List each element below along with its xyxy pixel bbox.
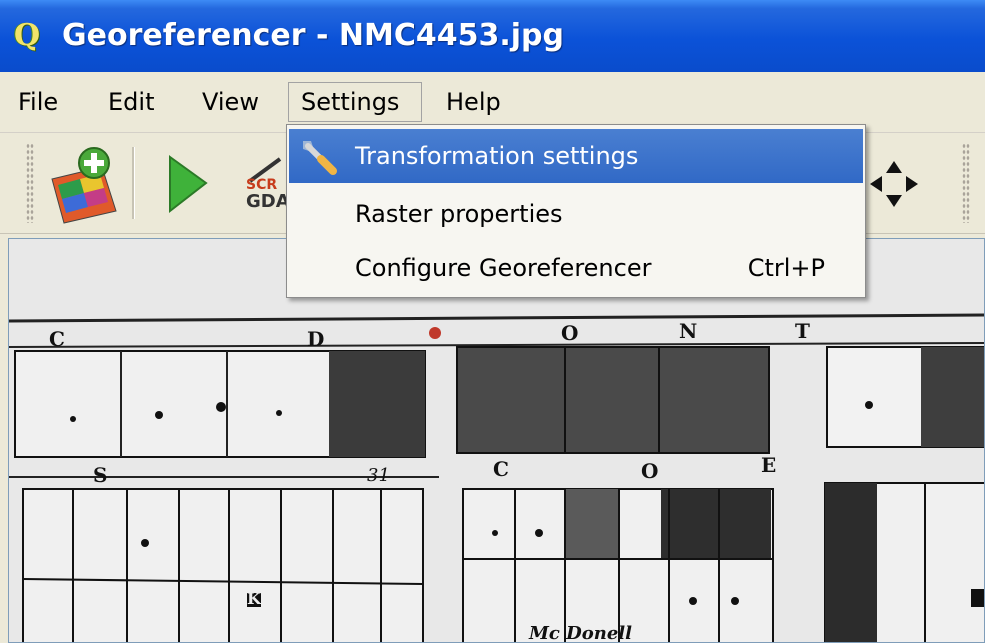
toolbar-grip-right[interactable] [962,143,970,223]
add-raster-button[interactable] [44,141,124,225]
window-title: Georeferencer - NMC4453.jpg [62,18,564,53]
menu-item-raster-properties[interactable]: Raster properties [289,187,863,241]
settings-dropdown: Transformation settings Raster propertie… [286,124,866,298]
map-label-o: O [561,321,579,345]
map-label-o2: O [641,459,659,483]
pan-arrows-icon [870,161,918,207]
map-handwriting-name: Mc Donell [529,623,632,643]
map-label-e: E [761,453,777,477]
menu-item-configure-georeferencer[interactable]: Configure Georeferencer Ctrl+P [289,241,863,295]
start-georeferencing-button[interactable] [150,141,230,225]
add-raster-icon [51,147,117,224]
menu-view[interactable]: View [202,82,259,122]
map-label-c: C [49,327,65,351]
menu-file[interactable]: File [18,82,58,122]
qgis-logo-icon[interactable]: Q [14,18,46,54]
pan-button[interactable] [862,141,926,225]
scanned-map-image [9,239,984,642]
menu-edit[interactable]: Edit [108,82,154,122]
menu-settings[interactable]: Settings [288,82,422,122]
start-georeferencing-icon [169,155,208,214]
map-label-d: D [307,327,325,351]
map-canvas[interactable]: C D O N T S C O E K 31 Mc Donell [8,238,985,643]
map-label-k: K [247,589,261,608]
title-bar: Q Georeferencer - NMC4453.jpg [0,0,985,72]
raster-properties-label: Raster properties [355,200,563,228]
toolbar-grip[interactable] [26,143,34,223]
configure-shortcut: Ctrl+P [747,254,825,282]
menu-help[interactable]: Help [446,82,501,122]
wrench-icon [303,141,337,175]
map-label-s: S [93,463,108,487]
toolbar-separator [132,147,135,219]
transformation-settings-label: Transformation settings [355,142,639,170]
gdal-script-button[interactable]: SCR GDA [236,141,290,225]
map-handwriting-31: 31 [367,465,390,486]
gdal-script-icon: SCR [246,157,282,193]
gdal-label: GDA [246,191,290,212]
map-label-t: T [795,319,810,343]
configure-georeferencer-label: Configure Georeferencer [355,254,652,282]
map-label-n: N [679,319,698,343]
map-label-c2: C [493,457,509,481]
menu-item-transformation-settings[interactable]: Transformation settings [289,129,863,183]
